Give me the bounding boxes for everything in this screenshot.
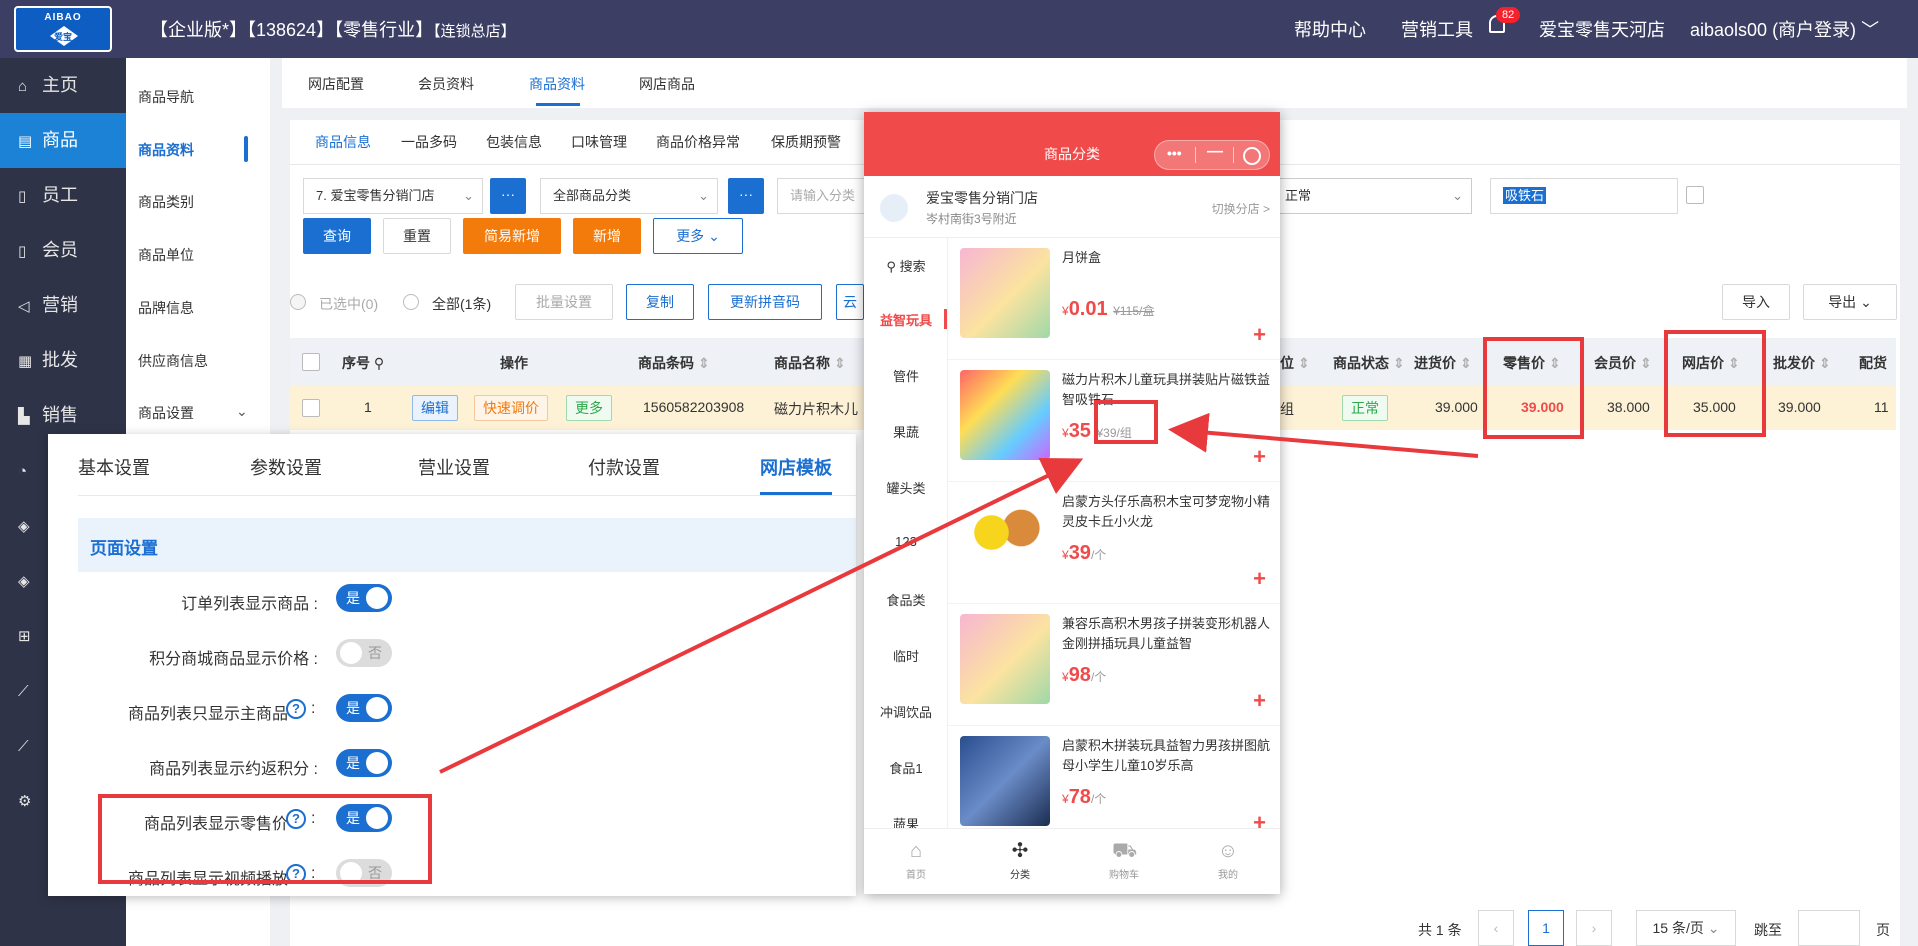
arrow-line [1168, 412, 1479, 458]
annotation-arrows [439, 412, 1479, 774]
arrow-line [439, 458, 1084, 774]
